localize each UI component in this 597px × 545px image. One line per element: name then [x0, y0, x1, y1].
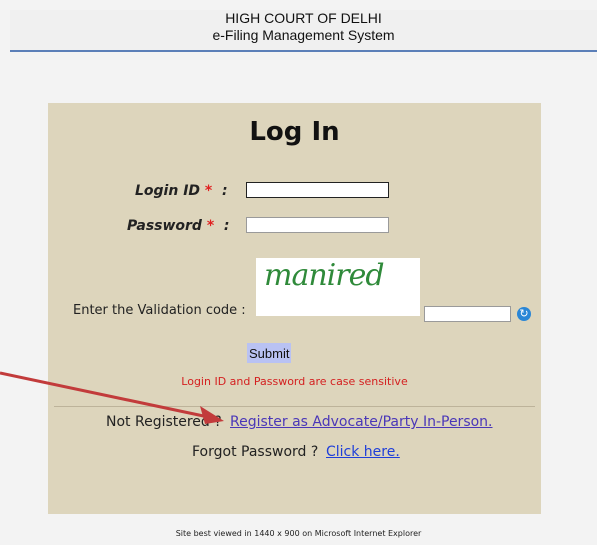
colon: : — [223, 218, 230, 234]
login-id-input[interactable] — [246, 182, 389, 198]
case-sensitive-note: Login ID and Password are case sensitive — [181, 375, 408, 388]
required-mark: * — [206, 218, 215, 234]
colon: : — [221, 183, 228, 199]
divider — [54, 406, 535, 407]
page-title: Log In — [249, 117, 340, 147]
password-label-text: Password — [127, 218, 202, 234]
captcha-input[interactable] — [424, 306, 511, 322]
system-name: e-Filing Management System — [212, 27, 395, 43]
site-header: HIGH COURT OF DELHI e-Filing Management … — [10, 10, 597, 52]
submit-button[interactable]: Submit — [247, 343, 292, 363]
refresh-icon[interactable]: ↻ — [517, 307, 531, 321]
forgot-password-link[interactable]: Click here. — [326, 444, 400, 460]
login-id-label-text: Login ID — [135, 183, 201, 199]
captcha-image: manired — [256, 258, 420, 316]
required-mark: * — [204, 183, 213, 199]
not-registered-text: Not Registered ? — [106, 414, 222, 430]
login-id-label: Login ID * : — [135, 183, 228, 199]
password-input[interactable] — [246, 217, 389, 233]
court-name: HIGH COURT OF DELHI — [225, 10, 382, 26]
validation-label: Enter the Validation code : — [73, 303, 246, 318]
register-link[interactable]: Register as Advocate/Party In-Person. — [230, 414, 493, 430]
login-panel: Log In Login ID * : Password * : Enter t… — [48, 103, 541, 514]
forgot-password-text: Forgot Password ? — [192, 444, 319, 460]
password-label: Password * : — [127, 218, 230, 234]
footer-note: Site best viewed in 1440 x 900 on Micros… — [175, 529, 422, 538]
